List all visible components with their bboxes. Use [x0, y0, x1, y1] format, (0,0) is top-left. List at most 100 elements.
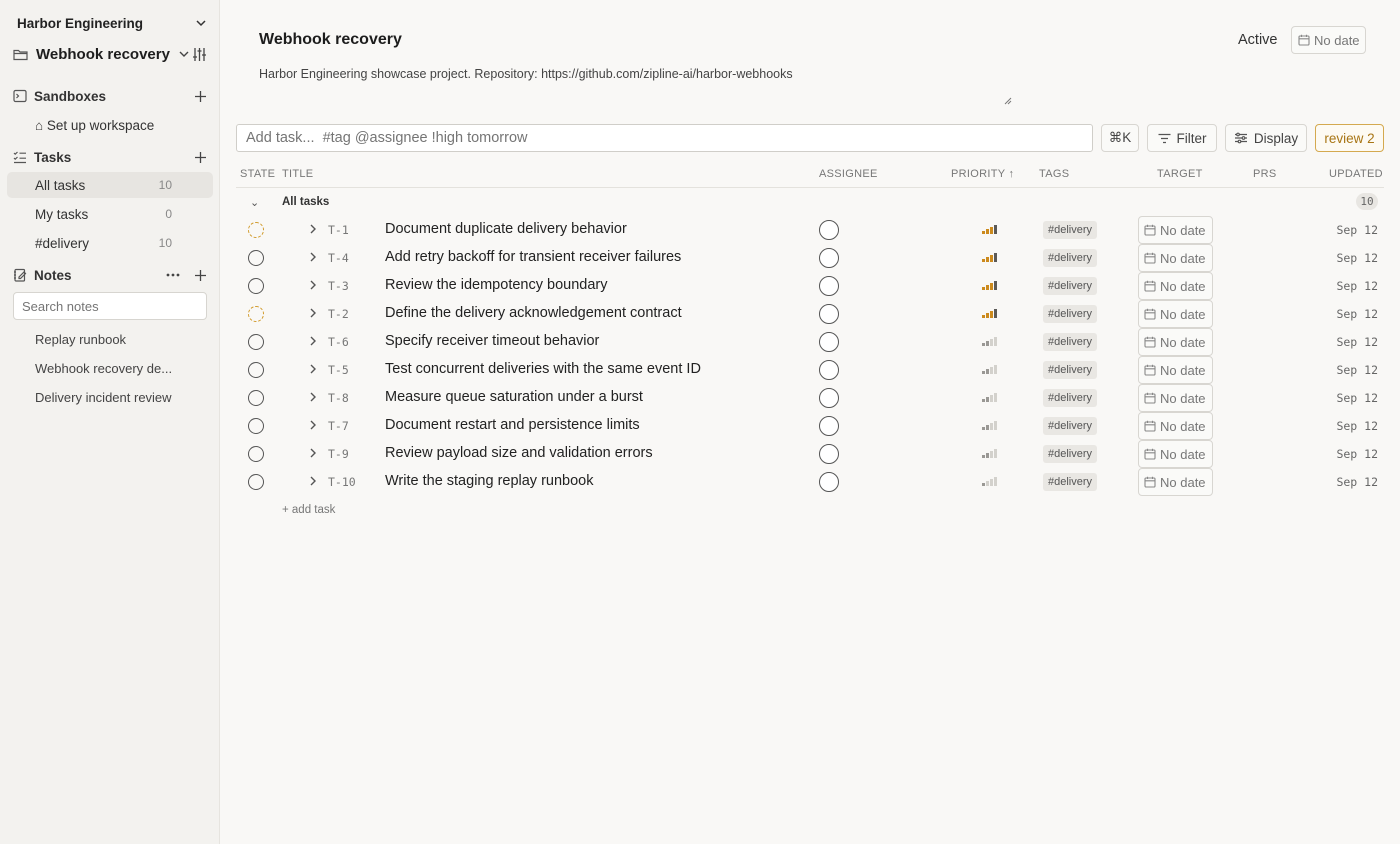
column-prs[interactable]: PRS [1253, 168, 1277, 180]
add-sandbox-icon[interactable] [194, 90, 207, 103]
task-title[interactable]: Define the delivery acknowledgement cont… [385, 305, 682, 321]
target-date-button[interactable]: No date [1138, 300, 1213, 328]
project-description[interactable]: Harbor Engineering showcase project. Rep… [259, 67, 793, 81]
table-row[interactable]: T-6 Specify receiver timeout behavior #d… [236, 328, 1384, 356]
collapse-chevron-icon[interactable]: ⌄ [250, 196, 259, 209]
command-shortcut-button[interactable]: ⌘K [1101, 124, 1139, 152]
assignee-avatar[interactable] [819, 304, 839, 324]
task-title[interactable]: Document restart and persistence limits [385, 417, 640, 433]
state-circle-icon[interactable] [248, 390, 264, 406]
assignee-avatar[interactable] [819, 360, 839, 380]
priority-icon[interactable] [982, 448, 997, 458]
assignee-avatar[interactable] [819, 276, 839, 296]
priority-icon[interactable] [982, 308, 997, 318]
tag-badge[interactable]: #delivery [1043, 221, 1098, 239]
task-title[interactable]: Document duplicate delivery behavior [385, 221, 627, 237]
tag-badge[interactable]: #delivery [1043, 249, 1098, 267]
task-title[interactable]: Review the idempotency boundary [385, 277, 607, 293]
state-circle-icon[interactable] [248, 418, 264, 434]
target-date-button[interactable]: No date [1138, 412, 1213, 440]
assignee-avatar[interactable] [819, 444, 839, 464]
column-target[interactable]: TARGET [1157, 168, 1203, 180]
chevron-down-icon[interactable] [178, 48, 190, 60]
sidebar-item-my-tasks[interactable]: My tasks 0 [7, 201, 213, 227]
chevron-right-icon[interactable] [308, 335, 318, 347]
state-circle-icon[interactable] [248, 222, 264, 238]
task-title[interactable]: Specify receiver timeout behavior [385, 333, 599, 349]
state-circle-icon[interactable] [248, 446, 264, 462]
assignee-avatar[interactable] [819, 332, 839, 352]
assignee-avatar[interactable] [819, 416, 839, 436]
add-task-link[interactable]: + add task [282, 504, 335, 516]
table-row[interactable]: T-9 Review payload size and validation e… [236, 440, 1384, 468]
chevron-right-icon[interactable] [308, 475, 318, 487]
priority-icon[interactable] [982, 336, 997, 346]
target-date-button[interactable]: No date [1138, 440, 1213, 468]
table-row[interactable]: T-1 Document duplicate delivery behavior… [236, 216, 1384, 244]
assignee-avatar[interactable] [819, 248, 839, 268]
workspace-switcher[interactable]: Harbor Engineering [17, 14, 207, 32]
state-circle-icon[interactable] [248, 306, 264, 322]
tag-badge[interactable]: #delivery [1043, 333, 1098, 351]
chevron-right-icon[interactable] [308, 363, 318, 375]
project-date-button[interactable]: No date [1291, 26, 1366, 54]
chevron-down-icon[interactable] [195, 17, 207, 29]
target-date-button[interactable]: No date [1138, 216, 1213, 244]
note-item-webhook-recovery[interactable]: Webhook recovery de... [35, 361, 185, 376]
sidebar-item-all-tasks[interactable]: All tasks 10 [7, 172, 213, 198]
group-header[interactable]: ⌄ All tasks 10 [236, 193, 1384, 213]
project-status[interactable]: Active [1238, 32, 1278, 48]
review-button[interactable]: review 2 [1315, 124, 1384, 152]
task-title[interactable]: Review payload size and validation error… [385, 445, 653, 461]
column-assignee[interactable]: ASSIGNEE [819, 168, 878, 180]
target-date-button[interactable]: No date [1138, 356, 1213, 384]
chevron-right-icon[interactable] [308, 279, 318, 291]
add-task-input[interactable] [236, 124, 1093, 152]
target-date-button[interactable]: No date [1138, 272, 1213, 300]
chevron-right-icon[interactable] [308, 391, 318, 403]
page-title[interactable]: Webhook recovery [259, 31, 402, 49]
table-row[interactable]: T-2 Define the delivery acknowledgement … [236, 300, 1384, 328]
priority-icon[interactable] [982, 224, 997, 234]
state-circle-icon[interactable] [248, 362, 264, 378]
priority-icon[interactable] [982, 252, 997, 262]
chevron-right-icon[interactable] [308, 447, 318, 459]
display-button[interactable]: Display [1225, 124, 1307, 152]
table-row[interactable]: T-3 Review the idempotency boundary #del… [236, 272, 1384, 300]
task-title[interactable]: Measure queue saturation under a burst [385, 389, 643, 405]
priority-icon[interactable] [982, 392, 997, 402]
resize-handle-icon[interactable] [1002, 93, 1012, 105]
chevron-right-icon[interactable] [308, 223, 318, 235]
column-title[interactable]: TITLE [282, 168, 313, 180]
priority-icon[interactable] [982, 364, 997, 374]
tag-badge[interactable]: #delivery [1043, 305, 1098, 323]
assignee-avatar[interactable] [819, 220, 839, 240]
column-state[interactable]: STATE [240, 168, 275, 180]
filter-button[interactable]: Filter [1147, 124, 1217, 152]
tag-badge[interactable]: #delivery [1043, 277, 1098, 295]
column-tags[interactable]: TAGS [1039, 168, 1069, 180]
state-circle-icon[interactable] [248, 250, 264, 266]
tag-badge[interactable]: #delivery [1043, 445, 1098, 463]
target-date-button[interactable]: No date [1138, 384, 1213, 412]
more-options-icon[interactable] [166, 273, 180, 277]
add-note-icon[interactable] [194, 269, 207, 282]
chevron-right-icon[interactable] [308, 251, 318, 263]
note-item-replay-runbook[interactable]: Replay runbook [35, 332, 185, 347]
state-circle-icon[interactable] [248, 474, 264, 490]
chevron-right-icon[interactable] [308, 419, 318, 431]
priority-icon[interactable] [982, 280, 997, 290]
task-title[interactable]: Write the staging replay runbook [385, 473, 594, 489]
table-row[interactable]: T-5 Test concurrent deliveries with the … [236, 356, 1384, 384]
tag-badge[interactable]: #delivery [1043, 417, 1098, 435]
state-circle-icon[interactable] [248, 334, 264, 350]
column-priority[interactable]: PRIORITY ↑ [951, 168, 1014, 180]
column-updated[interactable]: UPDATED [1329, 168, 1383, 180]
target-date-button[interactable]: No date [1138, 468, 1213, 496]
task-title[interactable]: Test concurrent deliveries with the same… [385, 361, 701, 377]
tag-badge[interactable]: #delivery [1043, 361, 1098, 379]
sidebar-item-delivery-tag[interactable]: #delivery 10 [7, 230, 213, 256]
chevron-right-icon[interactable] [308, 307, 318, 319]
search-notes-input[interactable] [13, 292, 207, 320]
target-date-button[interactable]: No date [1138, 328, 1213, 356]
